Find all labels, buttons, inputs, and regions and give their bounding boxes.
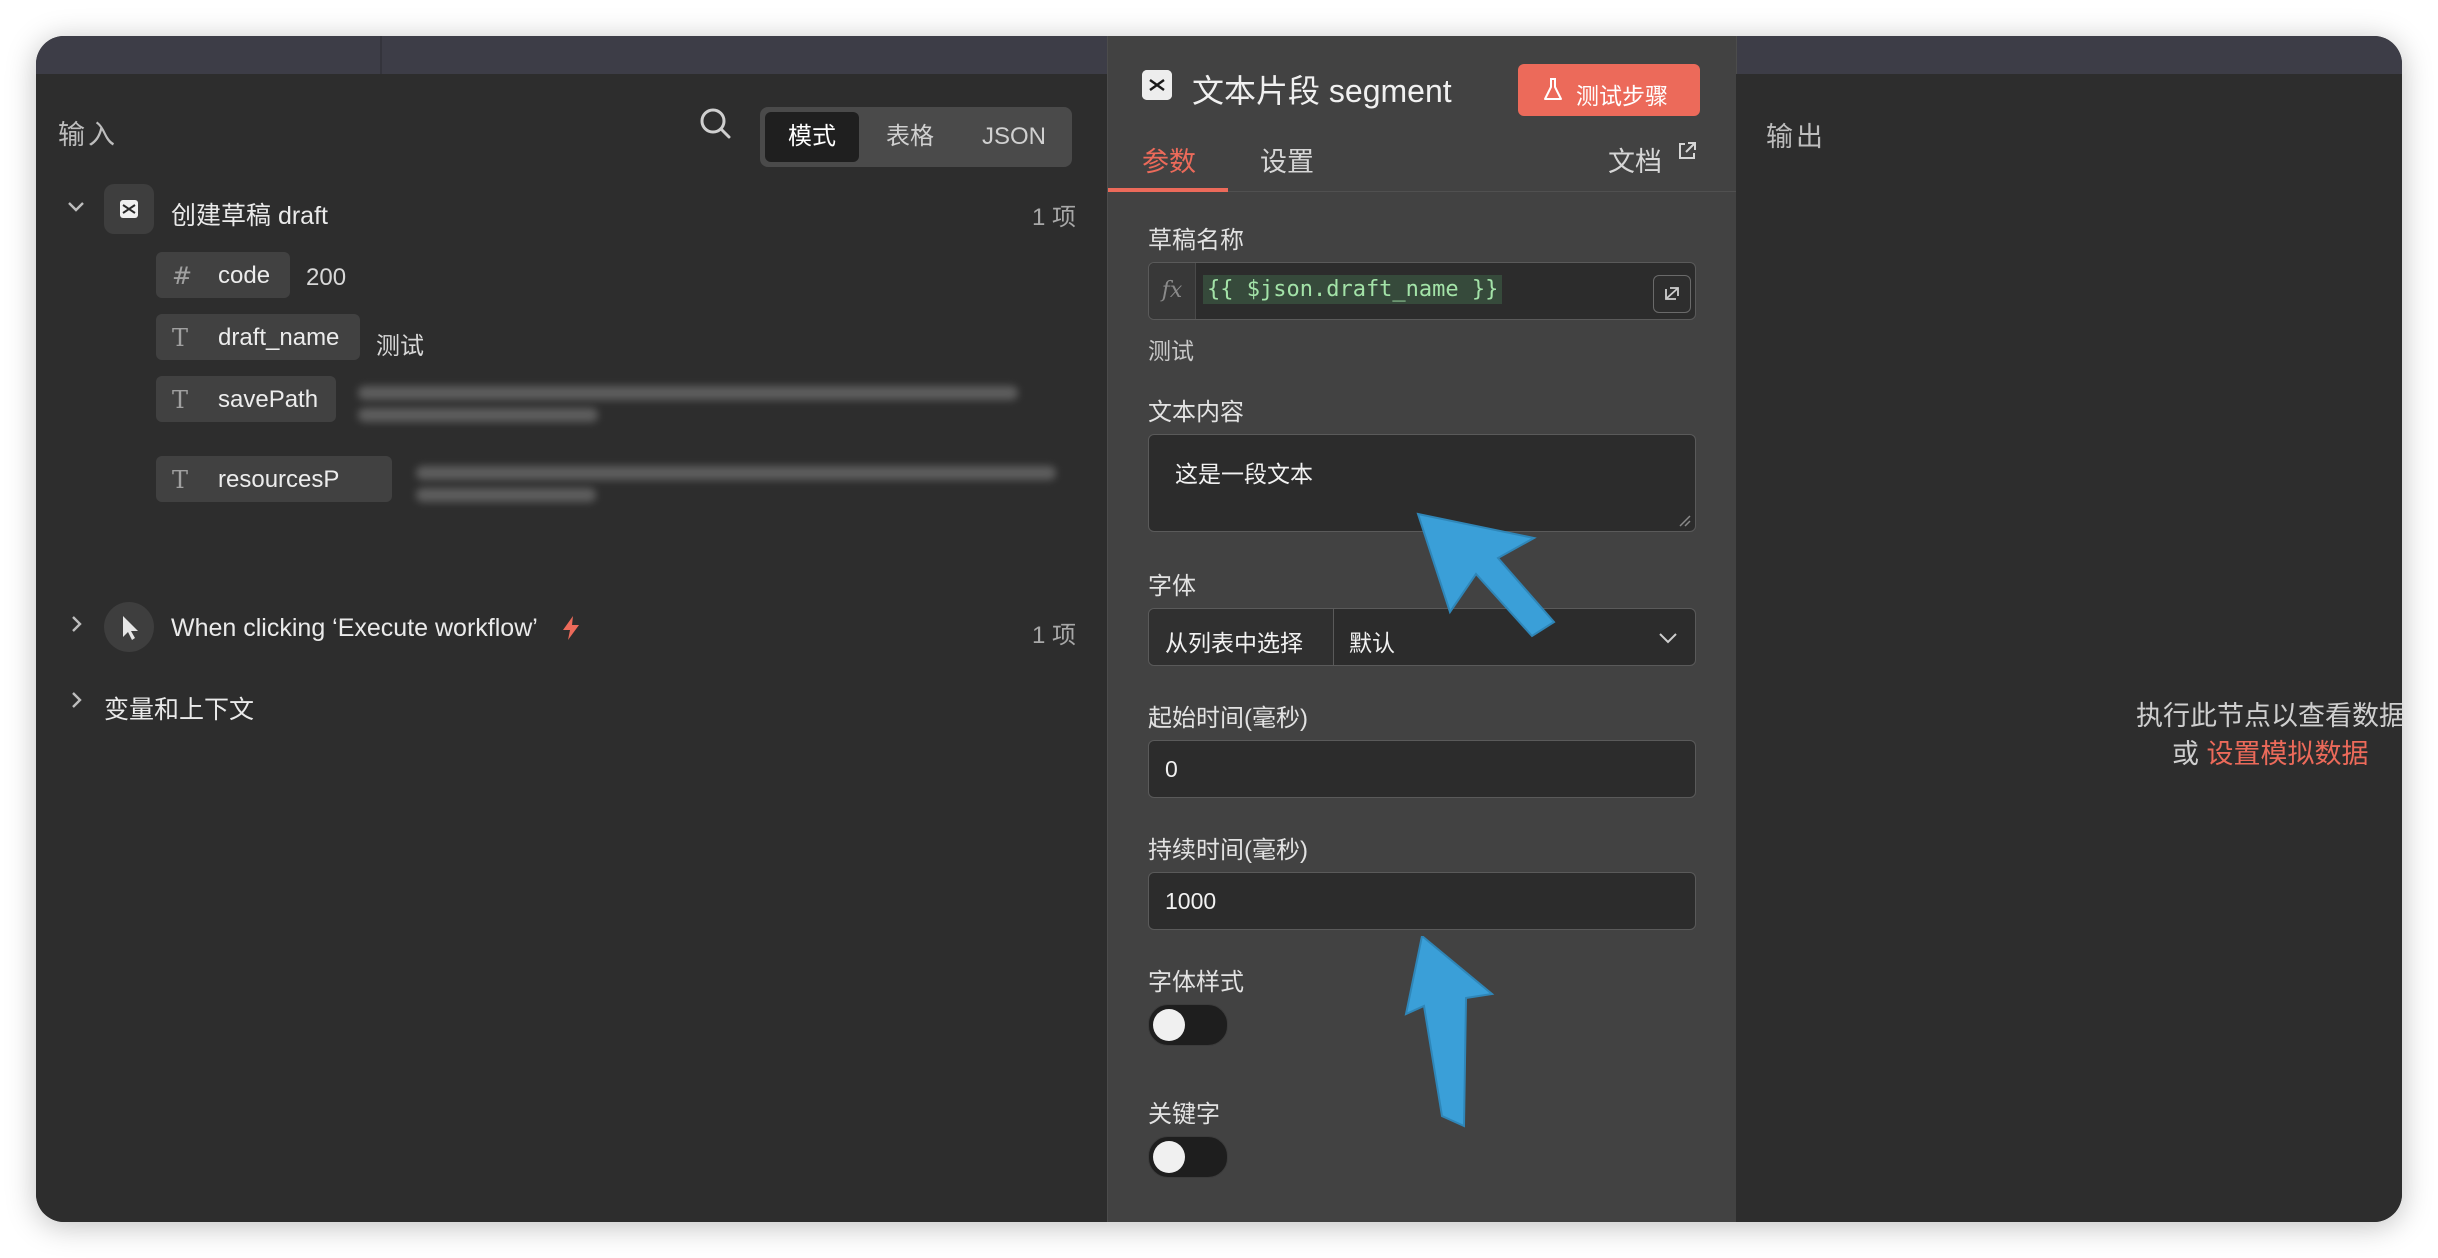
font-mode-select[interactable]: 从列表中选择 <box>1149 609 1334 665</box>
field-name: draft_name <box>218 324 340 351</box>
node-name: 创建草稿 draft <box>171 202 328 230</box>
test-step-button[interactable]: 测试步骤 <box>1518 64 1700 116</box>
start-time-input[interactable]: 0 <box>1148 740 1696 798</box>
duration-label: 持续时间(毫秒) <box>1148 837 1308 864</box>
chevron-down-icon[interactable] <box>1657 627 1679 649</box>
chevron-right-icon[interactable] <box>66 614 86 640</box>
field-pill-code[interactable]: # code <box>156 252 290 298</box>
start-time-value: 0 <box>1165 756 1178 782</box>
empty-output-message: 执行此节点以查看数据 <box>2136 701 2402 731</box>
text-content-value: 这是一段文本 <box>1175 461 1313 487</box>
redacted-value <box>416 466 1056 480</box>
redacted-value <box>358 408 598 422</box>
expression-text: {{ $json.draft_name }} <box>1203 275 1503 304</box>
output-panel-title: 输出 <box>1766 122 1826 152</box>
field-name: resourcesP <box>218 466 340 493</box>
input-panel: 输入 模式 表格 JSON 创建草稿 draft 1 项 # code 200 <box>36 74 1106 1222</box>
redacted-value <box>416 488 596 502</box>
search-icon[interactable] <box>696 104 736 144</box>
view-mode-schema[interactable]: 模式 <box>765 112 859 162</box>
redacted-value <box>358 386 1018 400</box>
font-style-label: 字体样式 <box>1148 969 1244 996</box>
tab-parameters[interactable]: 参数 <box>1142 140 1196 179</box>
keyword-label: 关键字 <box>1148 1101 1220 1128</box>
app-window: 输入 模式 表格 JSON 创建草稿 draft 1 项 # code 200 <box>36 36 2402 1222</box>
duration-input[interactable]: 1000 <box>1148 872 1696 930</box>
font-label: 字体 <box>1148 573 1196 600</box>
view-mode-json[interactable]: JSON <box>961 112 1067 162</box>
fx-icon: fx <box>1149 263 1196 319</box>
docs-label: 文档 <box>1608 147 1662 177</box>
lightning-bolt-icon <box>560 614 582 647</box>
or-label: 或 <box>2172 739 2199 769</box>
duration-value: 1000 <box>1165 888 1217 914</box>
field-name: savePath <box>218 386 319 413</box>
capcut-node-icon <box>104 184 154 234</box>
field-value: 测试 <box>376 333 424 360</box>
mock-data-prompt: 或 设置模拟数据 <box>2172 732 2369 771</box>
field-name: code <box>218 262 271 289</box>
variables-label: 变量和上下文 <box>104 696 255 724</box>
font-mode-value: 从列表中选择 <box>1165 630 1303 656</box>
input-panel-title: 输入 <box>58 120 118 150</box>
start-time-label: 起始时间(毫秒) <box>1148 705 1308 732</box>
chevron-right-icon[interactable] <box>66 690 86 716</box>
draft-name-expression-field[interactable]: fx {{ $json.draft_name }} <box>1148 262 1696 320</box>
keyword-toggle[interactable] <box>1148 1136 1228 1178</box>
field-pill-save-path[interactable]: T savePath <box>156 376 336 422</box>
docs-link[interactable]: 文档 <box>1608 140 1696 179</box>
text-type-icon: T <box>172 466 189 494</box>
annotation-arrow-icon <box>1416 512 1556 638</box>
draft-name-label: 草稿名称 <box>1148 227 1244 254</box>
expand-expression-icon[interactable] <box>1653 275 1691 313</box>
node-name: When clicking ‘Execute workflow’ <box>171 614 538 642</box>
node-row-create-draft[interactable]: 创建草稿 draft 1 项 <box>36 184 1106 236</box>
flask-icon <box>1542 77 1564 109</box>
external-link-icon <box>1676 138 1698 169</box>
cursor-pointer-icon <box>104 602 154 652</box>
active-tab-indicator <box>1108 188 1228 192</box>
text-type-icon: T <box>172 324 189 352</box>
variables-context-row[interactable]: 变量和上下文 <box>36 678 536 730</box>
view-mode-table[interactable]: 表格 <box>863 112 957 162</box>
output-panel: 输出 执行此节点以查看数据 或 设置模拟数据 <box>1736 74 2402 1222</box>
text-type-icon: T <box>172 386 189 414</box>
field-pill-resources-path[interactable]: T resourcesP <box>156 456 392 502</box>
text-content-label: 文本内容 <box>1148 399 1244 426</box>
annotation-arrow-icon <box>1404 936 1495 1128</box>
tab-settings[interactable]: 设置 <box>1260 140 1314 179</box>
font-style-toggle[interactable] <box>1148 1004 1228 1046</box>
number-type-icon: # <box>172 262 193 290</box>
expression-result-preview: 测试 <box>1148 338 1194 364</box>
capcut-node-icon <box>1142 70 1172 100</box>
chevron-down-icon[interactable] <box>66 196 86 222</box>
item-count: 1 项 <box>1032 622 1077 649</box>
resize-handle-icon[interactable] <box>1677 513 1691 527</box>
field-value: 200 <box>306 264 347 291</box>
set-mock-data-link[interactable]: 设置模拟数据 <box>2207 739 2369 769</box>
node-row-manual-trigger[interactable]: When clicking ‘Execute workflow’ 1 项 <box>36 602 1106 654</box>
item-count: 1 项 <box>1032 204 1077 231</box>
font-value: 默认 <box>1349 630 1395 656</box>
field-pill-draft-name[interactable]: T draft_name <box>156 314 360 360</box>
node-title: 文本片段 segment <box>1192 73 1452 109</box>
test-step-label: 测试步骤 <box>1576 83 1668 109</box>
view-mode-toggle: 模式 表格 JSON <box>760 107 1072 167</box>
